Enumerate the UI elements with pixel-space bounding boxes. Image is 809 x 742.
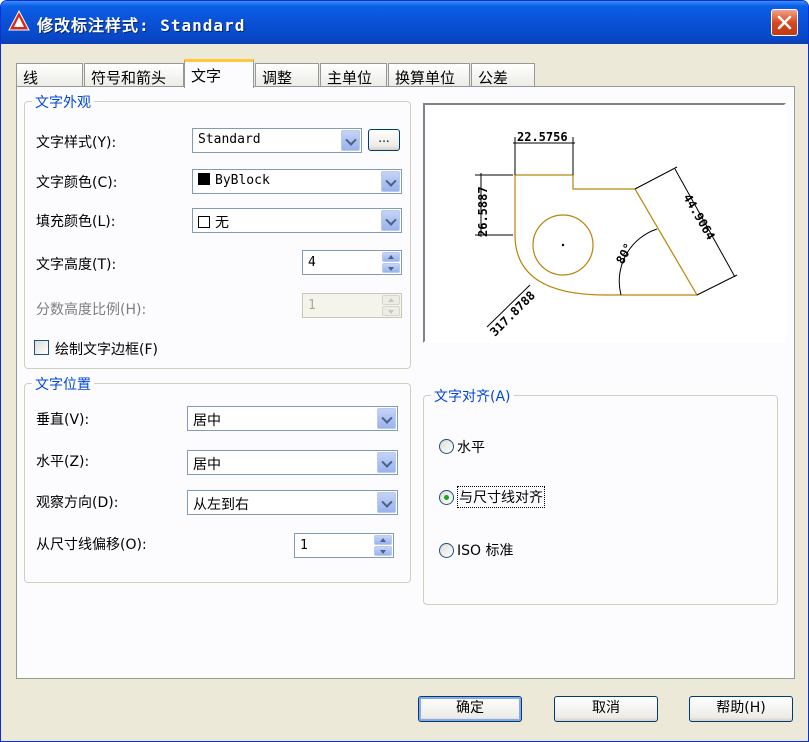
dim-left-text: 26.5887: [476, 186, 490, 237]
align-with-dimline-label[interactable]: 与尺寸线对齐: [457, 486, 545, 508]
text-height-value: 4: [308, 255, 316, 270]
fill-color-select[interactable]: 无: [192, 208, 402, 233]
text-height-label: 文字高度(T):: [36, 257, 117, 273]
chevron-down-icon[interactable]: [377, 408, 396, 429]
view-direction-label: 观察方向(D):: [36, 495, 119, 511]
spin-up-icon[interactable]: [374, 535, 392, 545]
offset-spinner[interactable]: 1: [294, 533, 394, 558]
close-button[interactable]: [771, 9, 798, 36]
dim-top-text: 22.5756: [517, 130, 568, 144]
fill-color-label: 填充颜色(L):: [36, 214, 116, 230]
tab-text[interactable]: 文字: [184, 59, 254, 88]
fraction-scale-spinner: 1: [302, 293, 402, 318]
tab-alternate-units[interactable]: 换算单位: [388, 63, 470, 87]
dim-radius-text: 317.8788: [487, 288, 538, 339]
text-style-label: 文字样式(Y):: [36, 135, 117, 151]
vertical-label: 垂直(V):: [36, 412, 90, 428]
view-direction-select[interactable]: 从左到右: [187, 490, 398, 515]
preview-drawing: 22.5756 26.5887 44.9064 80° 317.8788: [475, 130, 738, 339]
fill-color-value: 无: [215, 215, 229, 231]
chevron-down-icon[interactable]: [377, 452, 396, 473]
view-direction-value: 从左到右: [193, 497, 249, 513]
text-color-select[interactable]: ByBlock: [192, 169, 402, 194]
text-color-value: ByBlock: [215, 173, 270, 188]
chevron-down-icon[interactable]: [381, 210, 400, 231]
spin-down-icon[interactable]: [374, 546, 392, 556]
spin-down-icon: [382, 306, 400, 316]
horizontal-select[interactable]: 居中: [187, 450, 398, 475]
dimension-preview: 22.5756 26.5887 44.9064 80° 317.8788: [423, 103, 786, 343]
vertical-select[interactable]: 居中: [187, 406, 398, 431]
align-iso-label[interactable]: ISO 标准: [457, 540, 514, 560]
chevron-down-icon[interactable]: [341, 130, 360, 151]
text-alignment-title: 文字对齐(A): [431, 386, 514, 406]
text-style-browse-button[interactable]: ...: [368, 129, 400, 151]
offset-label: 从尺寸线偏移(O):: [36, 537, 147, 553]
horizontal-value: 居中: [193, 457, 221, 473]
dim-right-text: 44.9064: [680, 192, 717, 243]
text-style-value: Standard: [198, 132, 261, 147]
tab-fit[interactable]: 调整: [255, 63, 319, 87]
empty-swatch-icon: [198, 216, 210, 228]
autocad-app-icon: [8, 10, 30, 31]
fraction-scale-label: 分数高度比例(H):: [36, 302, 147, 318]
preview-geometry: [514, 174, 699, 296]
spin-up-icon[interactable]: [382, 252, 400, 262]
title-bar[interactable]: 修改标注样式: Standard: [1, 1, 808, 44]
window-title: 修改标注样式: Standard: [37, 16, 246, 35]
color-swatch-icon: [198, 173, 210, 185]
tab-symbols-arrows[interactable]: 符号和箭头: [84, 63, 184, 87]
fraction-scale-value: 1: [308, 298, 316, 313]
text-placement-title: 文字位置: [32, 374, 94, 394]
tab-tolerances[interactable]: 公差: [471, 63, 535, 87]
text-appearance-title: 文字外观: [32, 92, 94, 112]
draw-frame-label[interactable]: 绘制文字边框(F): [55, 339, 158, 359]
text-height-spinner[interactable]: 4: [302, 250, 402, 275]
radio-selected-dot: [444, 495, 449, 500]
spin-up-icon: [382, 295, 400, 305]
horizontal-label: 水平(Z):: [36, 454, 90, 470]
cancel-button[interactable]: 取消: [554, 696, 658, 722]
text-style-select[interactable]: Standard: [192, 128, 362, 153]
dim-angle-text: 80°: [613, 241, 636, 267]
align-horizontal-radio[interactable]: [439, 439, 454, 454]
align-iso-radio[interactable]: [439, 543, 454, 558]
tab-lines[interactable]: 线: [16, 63, 83, 87]
chevron-down-icon[interactable]: [381, 171, 400, 192]
draw-frame-checkbox[interactable]: [34, 340, 49, 355]
close-icon: [777, 15, 792, 30]
offset-value: 1: [300, 538, 308, 553]
chevron-down-icon[interactable]: [377, 492, 396, 513]
align-horizontal-label[interactable]: 水平: [457, 437, 485, 457]
tab-primary-units[interactable]: 主单位: [320, 63, 387, 87]
ok-button[interactable]: 确定: [418, 696, 522, 722]
spin-down-icon[interactable]: [382, 263, 400, 273]
align-with-dimline-radio[interactable]: [439, 490, 454, 505]
preview-dimensions: [475, 137, 738, 328]
text-color-label: 文字颜色(C):: [36, 175, 118, 191]
help-button[interactable]: 帮助(H): [689, 696, 793, 722]
vertical-value: 居中: [193, 413, 221, 429]
dialog-window: 修改标注样式: Standard 线 符号和箭头 文字 调整 主单位 换算单位 …: [0, 0, 809, 742]
